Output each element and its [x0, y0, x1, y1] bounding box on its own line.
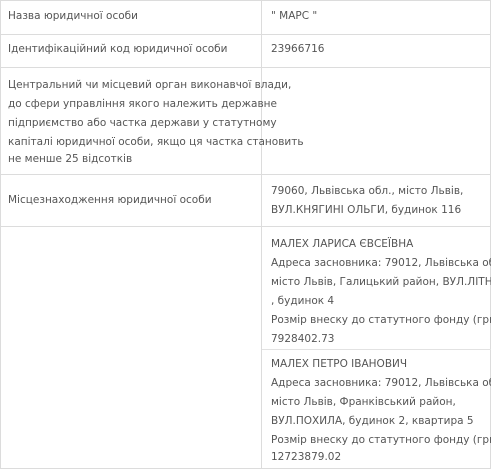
company-name-value: " МАРС "	[271, 10, 318, 22]
founder-detail-line: 7928402.73	[271, 333, 335, 345]
founder-detail-line: , будинок 4	[271, 295, 335, 307]
governing-body-label-line: не менше 25 відсотків	[8, 153, 133, 165]
location-label: Місцезнаходження юридичної особи	[8, 194, 212, 206]
governing-body-label-line: до сфери управління якого належить держа…	[8, 98, 277, 110]
row-border	[0, 174, 491, 175]
founder-detail-line: місто Львів, Галицький район, ВУЛ.ЛІТНЯ	[271, 276, 491, 288]
founder-detail-line: ВУЛ.ПОХИЛА, будинок 2, квартира 5	[271, 415, 474, 427]
table-border-left	[0, 0, 1, 469]
founder-name: МАЛЕХ ЛАРИСА ЄВСЕЇВНА	[271, 238, 414, 250]
column-divider	[261, 0, 262, 469]
location-value-line: ВУЛ.КНЯГИНІ ОЛЬГИ, будинок 116	[271, 204, 462, 216]
founder-name: МАЛЕХ ПЕТРО ІВАНОВИЧ	[271, 358, 408, 370]
row-border	[0, 67, 491, 68]
founder-detail-line: Адреса засновника: 79012, Львівська обл.…	[271, 257, 491, 269]
founder-detail-line: місто Львів, Франківський район,	[271, 396, 456, 408]
founder-separator	[262, 349, 491, 350]
founder-detail-line: Розмір внеску до статутного фонду (грн.)…	[271, 314, 491, 326]
edrpou-code-label: Ідентифікаційний код юридичної особи	[8, 43, 228, 55]
location-value-line: 79060, Львівська обл., місто Львів,	[271, 185, 464, 197]
founder-detail-line: Адреса засновника: 79012, Львівська обл.…	[271, 377, 491, 389]
edrpou-code-value: 23966716	[271, 43, 325, 55]
founder-detail-line: 12723879.02	[271, 451, 342, 463]
row-border	[0, 226, 491, 227]
company-info-table: Назва юридичної особи " МАРС " Ідентифік…	[0, 0, 491, 469]
company-name-label: Назва юридичної особи	[8, 10, 138, 22]
row-border	[0, 0, 491, 1]
governing-body-label-line: Центральний чи місцевий орган виконавчої…	[8, 79, 292, 91]
governing-body-label-line: підприємство або частка держави у статут…	[8, 117, 277, 129]
row-border	[0, 34, 491, 35]
